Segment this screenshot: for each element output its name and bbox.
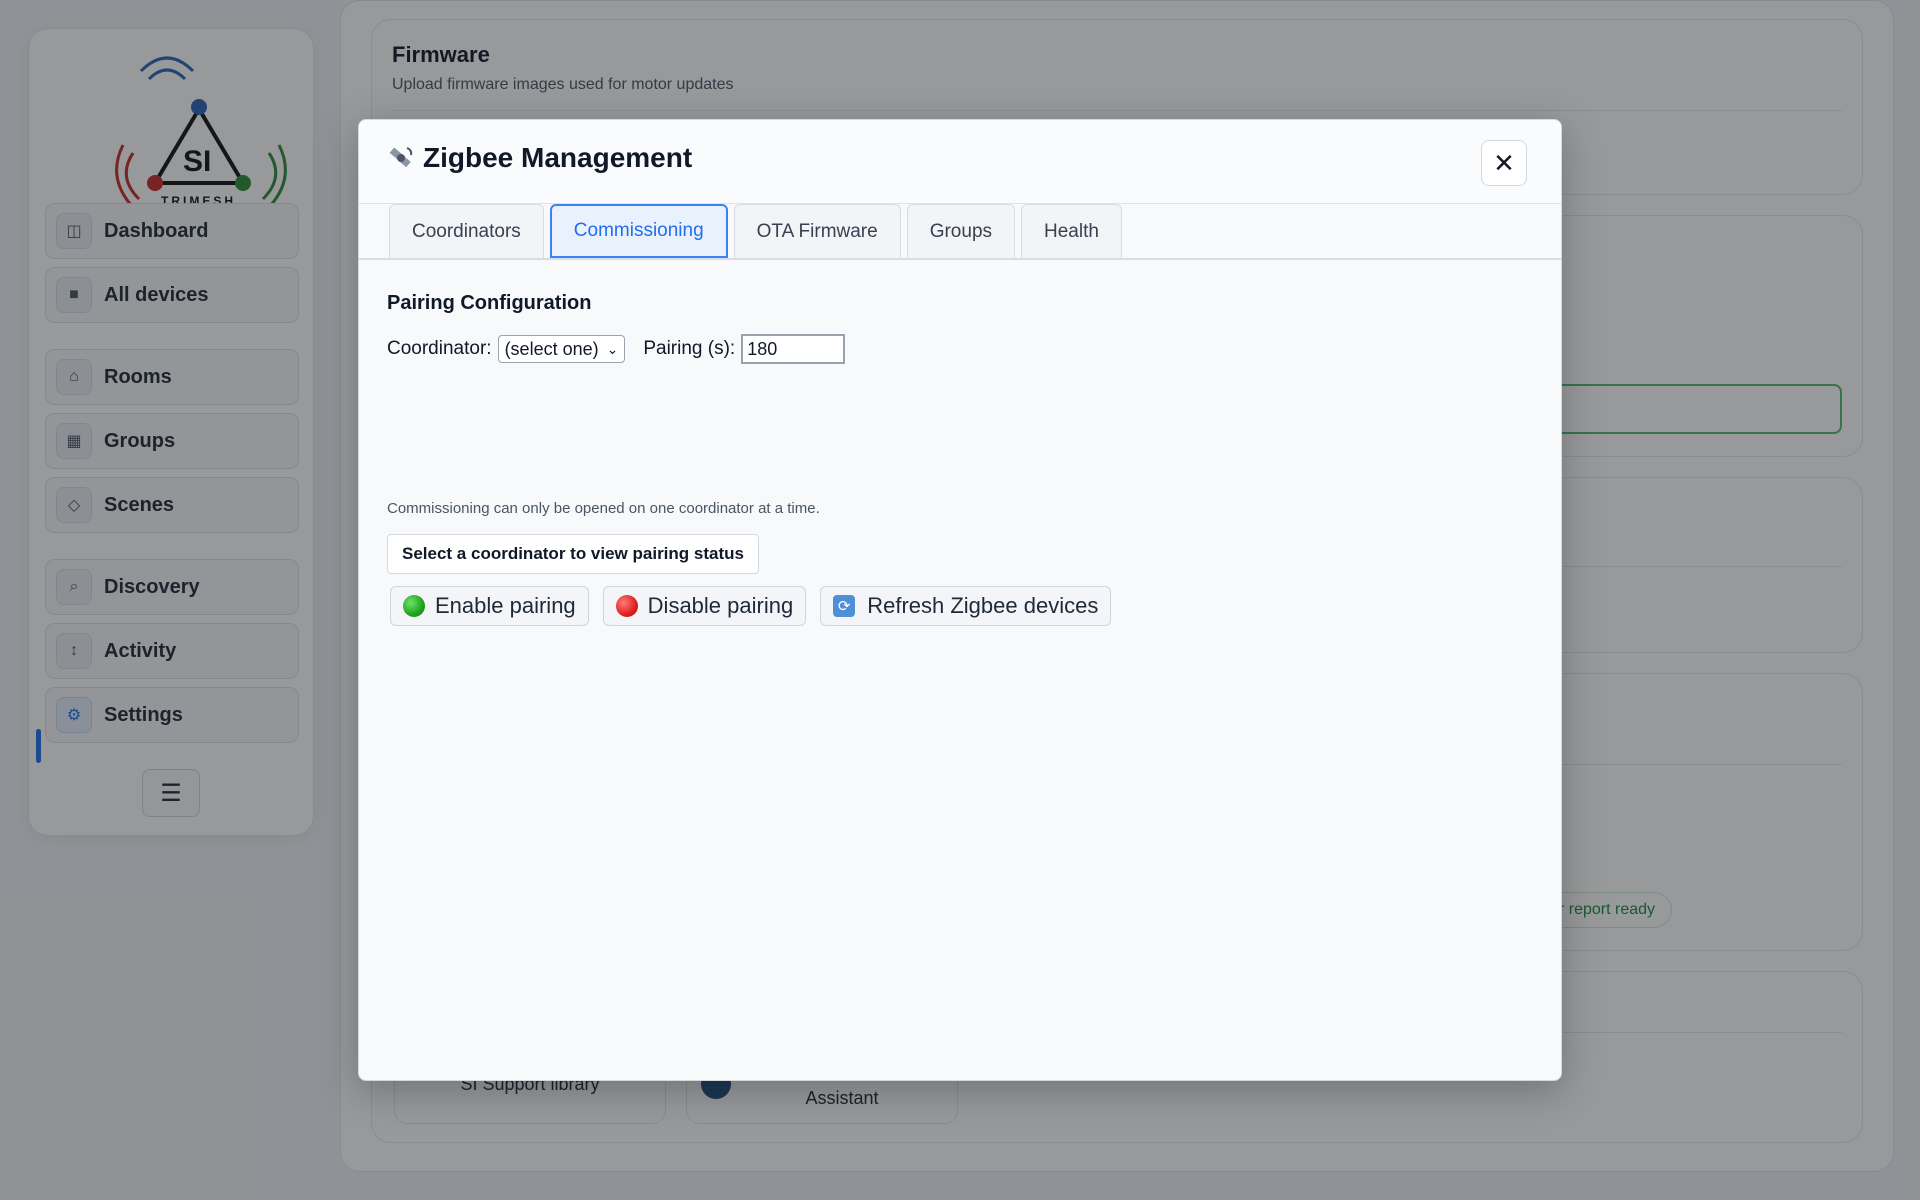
red-circle-icon (615, 595, 638, 617)
chevron-down-icon: ⌄ (606, 340, 619, 357)
close-icon: ✕ (1493, 147, 1515, 178)
coordinator-label: Coordinator: (387, 338, 492, 359)
green-circle-icon (403, 595, 425, 617)
commissioning-panel: Pairing Configuration Coordinator: (sele… (387, 292, 1533, 1080)
tab-commissioning[interactable]: Commissioning (549, 204, 728, 258)
tab-groups[interactable]: Groups (906, 204, 1016, 258)
tab-divider (359, 258, 1561, 260)
tab-coordinators[interactable]: Coordinators (389, 204, 544, 258)
modal-title-text: Zigbee Management (423, 142, 693, 173)
pairing-status: Select a coordinator to view pairing sta… (387, 534, 759, 574)
tab-ota-firmware[interactable]: OTA Firmware (733, 204, 901, 258)
satellite-icon (389, 147, 413, 168)
pairing-duration-input[interactable]: 180 (741, 334, 846, 364)
refresh-devices-label: Refresh Zigbee devices (867, 593, 1099, 618)
refresh-devices-button[interactable]: ⟳ Refresh Zigbee devices (820, 586, 1112, 626)
pairing-duration-label: Pairing (s): (643, 338, 736, 359)
pairing-actions: Enable pairing Disable pairing ⟳ Refresh… (390, 586, 1112, 626)
enable-pairing-label: Enable pairing (435, 593, 576, 618)
zigbee-management-modal: Zigbee Management ✕ Coordinators Commiss… (358, 119, 1562, 1081)
enable-pairing-button[interactable]: Enable pairing (390, 586, 589, 626)
pairing-form: Coordinator: (select one) ⌄ Pairing (s):… (387, 334, 846, 364)
modal-title: Zigbee Management (387, 142, 692, 174)
modal-header: Zigbee Management ✕ (359, 120, 1561, 204)
tab-bar: Coordinators Commissioning OTA Firmware … (389, 204, 1122, 258)
disable-pairing-label: Disable pairing (647, 593, 794, 618)
coordinator-select[interactable]: (select one) ⌄ (497, 335, 626, 363)
refresh-icon: ⟳ (833, 595, 856, 617)
pairing-duration-value: 180 (747, 338, 778, 359)
coordinator-select-value: (select one) (504, 338, 599, 359)
disable-pairing-button[interactable]: Disable pairing (602, 586, 807, 626)
tab-health[interactable]: Health (1021, 204, 1122, 258)
section-title: Pairing Configuration (387, 292, 592, 314)
commissioning-note: Commissioning can only be opened on one … (387, 500, 820, 517)
close-button[interactable]: ✕ (1481, 140, 1527, 186)
